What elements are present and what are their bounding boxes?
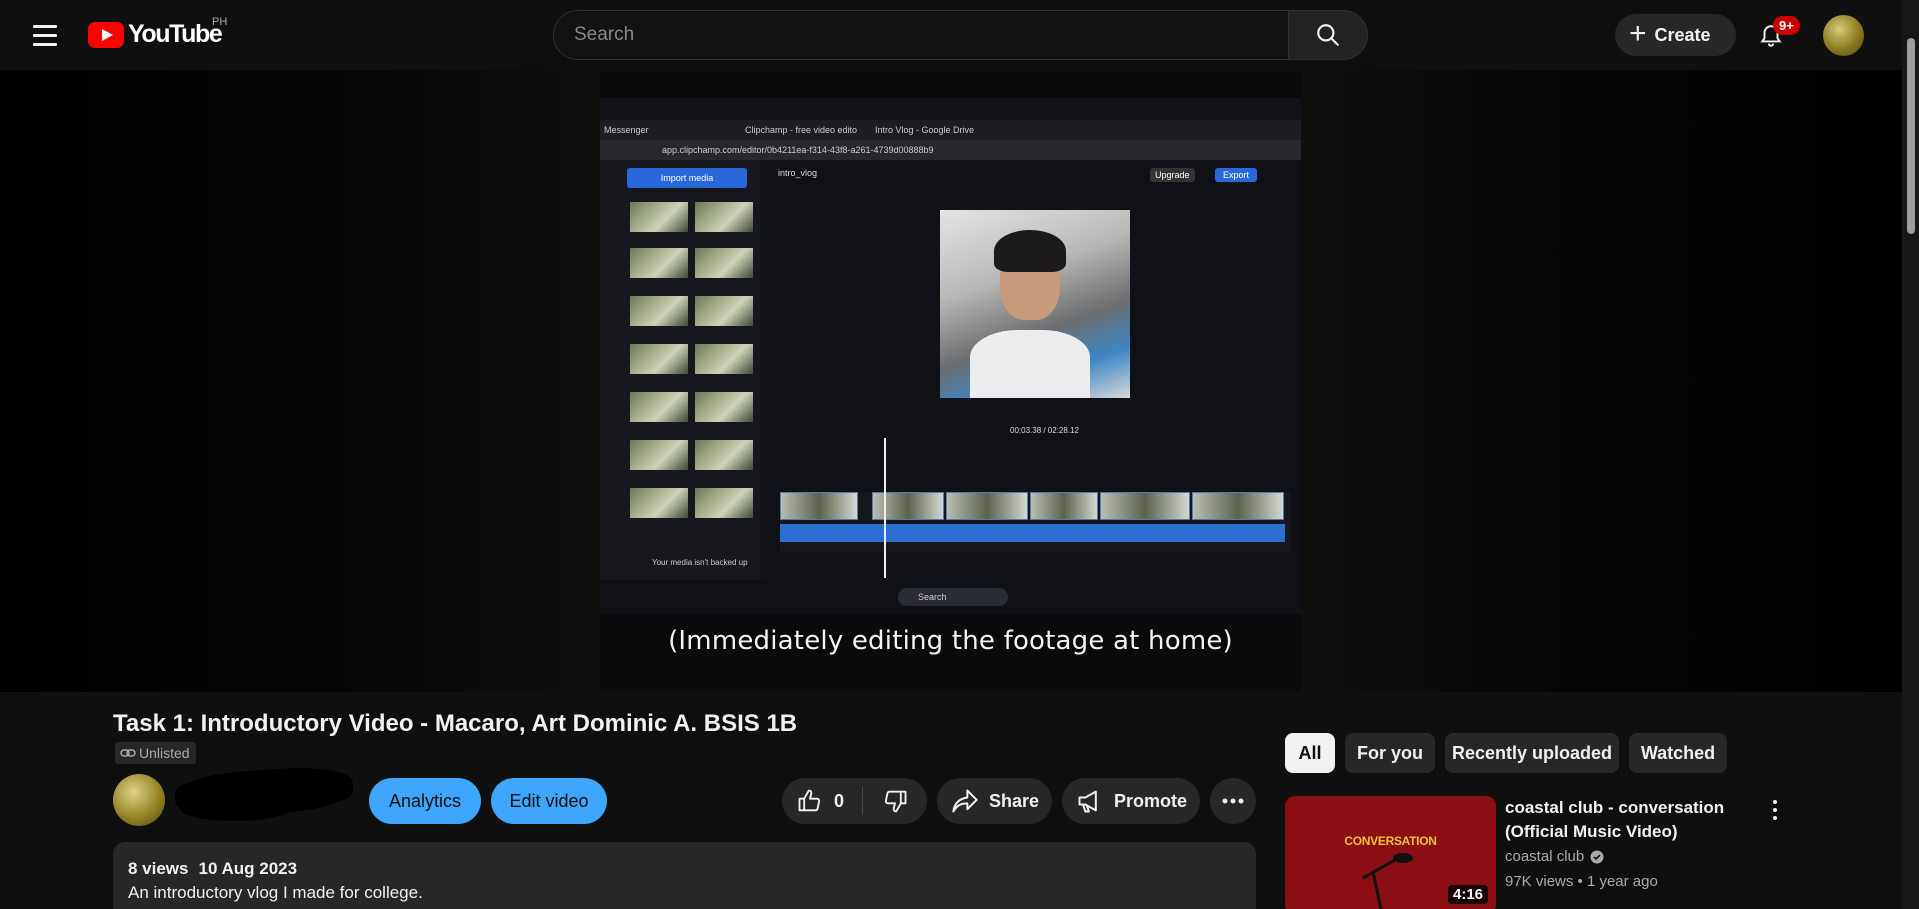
search-input[interactable]	[574, 11, 1254, 59]
media-thumb	[630, 392, 688, 422]
dislike-button[interactable]	[863, 787, 927, 815]
page-scrollbar[interactable]	[1902, 0, 1919, 909]
windows-taskbar: Search	[600, 580, 1301, 614]
analytics-button[interactable]: Analytics	[369, 778, 481, 824]
visibility-badge: Unlisted	[115, 742, 196, 764]
browser-urlbar: app.clipchamp.com/editor/0b4211ea-f314-4…	[600, 140, 1301, 160]
media-thumb	[630, 440, 688, 470]
edit-video-button[interactable]: Edit video	[491, 778, 607, 824]
timeline-clip	[1100, 492, 1190, 520]
description-meta: 8 views 10 Aug 2023	[128, 859, 1241, 879]
browser-tab-1: Messenger	[604, 125, 649, 135]
share-label: Share	[989, 790, 1040, 811]
video-title: Task 1: Introductory Video - Macaro, Art…	[113, 710, 798, 737]
plus-icon: +	[1629, 16, 1647, 50]
like-button[interactable]: 0	[782, 787, 862, 815]
view-count: 8 views	[128, 859, 189, 878]
timeline-clip	[1192, 492, 1284, 520]
upload-date: 10 Aug 2023	[198, 859, 298, 878]
upgrade-button: Upgrade	[1150, 168, 1195, 182]
recommendation-meta: 97K views • 1 year ago	[1505, 873, 1658, 890]
video-caption: (Immediately editing the footage at home…	[668, 626, 1233, 656]
description-text: An introductory vlog I made for college.	[128, 883, 423, 902]
video-player[interactable]: Messenger Clipchamp - free video edito I…	[0, 70, 1902, 692]
channel-avatar[interactable]	[113, 774, 165, 826]
media-thumb	[695, 440, 753, 470]
promote-label: Promote	[1114, 790, 1188, 811]
microphone-icon	[1362, 853, 1413, 909]
taskbar-search: Search	[898, 588, 1008, 606]
country-code: PH	[212, 16, 228, 28]
create-button[interactable]: + Create	[1615, 14, 1736, 56]
timeline-clip	[1030, 492, 1098, 520]
media-thumb	[695, 248, 753, 278]
share-button[interactable]: Share	[937, 778, 1052, 824]
project-name: intro_vlog	[778, 168, 818, 178]
media-thumb	[630, 488, 688, 518]
more-vertical-icon[interactable]	[1768, 798, 1782, 822]
description-box[interactable]: 8 views 10 Aug 2023 An introductory vlog…	[113, 842, 1256, 909]
chip-for-you[interactable]: For you	[1345, 733, 1435, 773]
thumbnail-text: CONVERSATION	[1344, 834, 1437, 848]
timeline-playhead	[884, 438, 886, 578]
import-media-button: Import media	[627, 168, 747, 188]
share-icon	[952, 789, 978, 813]
youtube-logo[interactable]: YouTube	[88, 20, 223, 49]
timeline-clip	[946, 492, 1028, 520]
export-button: Export	[1215, 168, 1258, 182]
notifications-badge: 9+	[1773, 16, 1800, 35]
backup-notice: Your media isn't backed up	[652, 558, 748, 567]
megaphone-icon	[1078, 790, 1097, 813]
media-thumb	[695, 392, 753, 422]
masthead: YouTube PH + Create 9+	[0, 0, 1900, 70]
create-label: Create	[1654, 24, 1711, 45]
verified-icon	[1590, 850, 1604, 863]
video-content-screen: Messenger Clipchamp - free video edito I…	[600, 98, 1301, 614]
timeline-audio-track	[780, 524, 1285, 542]
media-thumb	[630, 296, 688, 326]
media-thumb	[695, 488, 753, 518]
timeline-clip	[872, 492, 944, 520]
recommendation-channel-name: coastal club	[1505, 848, 1585, 865]
chip-recently-uploaded[interactable]: Recently uploaded	[1445, 733, 1619, 773]
browser-url: app.clipchamp.com/editor/0b4211ea-f314-4…	[662, 145, 934, 155]
visibility-label: Unlisted	[139, 745, 190, 761]
scrollbar-thumb[interactable]	[1907, 38, 1915, 234]
youtube-play-icon	[88, 21, 124, 48]
media-thumb	[695, 296, 753, 326]
like-count: 0	[834, 790, 845, 811]
browser-tabs: Messenger Clipchamp - free video edito I…	[600, 120, 1301, 140]
video-duration: 4:16	[1448, 885, 1489, 904]
media-thumb	[630, 248, 688, 278]
promote-button[interactable]: Promote	[1062, 778, 1200, 824]
search-icon	[1317, 24, 1339, 46]
browser-tab-2: Clipchamp - free video edito	[745, 125, 858, 135]
menu-icon[interactable]	[24, 18, 66, 52]
media-thumb	[630, 202, 688, 232]
browser-tab-3: Intro Vlog - Google Drive	[875, 125, 975, 135]
chip-all[interactable]: All	[1285, 733, 1335, 773]
recommendation-channel[interactable]: coastal club	[1505, 848, 1604, 865]
channel-name-redacted	[180, 797, 290, 821]
timeline	[780, 492, 1290, 552]
recommendation-title[interactable]: coastal club - conversation (Official Mu…	[1505, 796, 1765, 844]
account-avatar[interactable]	[1823, 15, 1864, 56]
timecode: 00:03.38 / 02:28.12	[1010, 426, 1079, 435]
timeline-clip	[780, 492, 858, 520]
link-icon	[120, 749, 136, 757]
video-frame: Messenger Clipchamp - free video edito I…	[600, 72, 1301, 692]
preview-image	[940, 210, 1130, 398]
thumbs-down-icon	[884, 790, 907, 813]
chip-watched[interactable]: Watched	[1629, 733, 1727, 773]
more-horizontal-icon	[1222, 798, 1244, 804]
search-button[interactable]	[1289, 10, 1368, 60]
search-box	[553, 10, 1289, 60]
thumbs-up-icon	[798, 789, 821, 812]
like-dislike-group: 0	[782, 778, 927, 824]
media-thumb	[630, 344, 688, 374]
media-thumb	[695, 344, 753, 374]
more-actions-button[interactable]	[1210, 778, 1256, 824]
media-thumb	[695, 202, 753, 232]
media-panel: Import media Your media isn't backed up	[600, 160, 760, 580]
